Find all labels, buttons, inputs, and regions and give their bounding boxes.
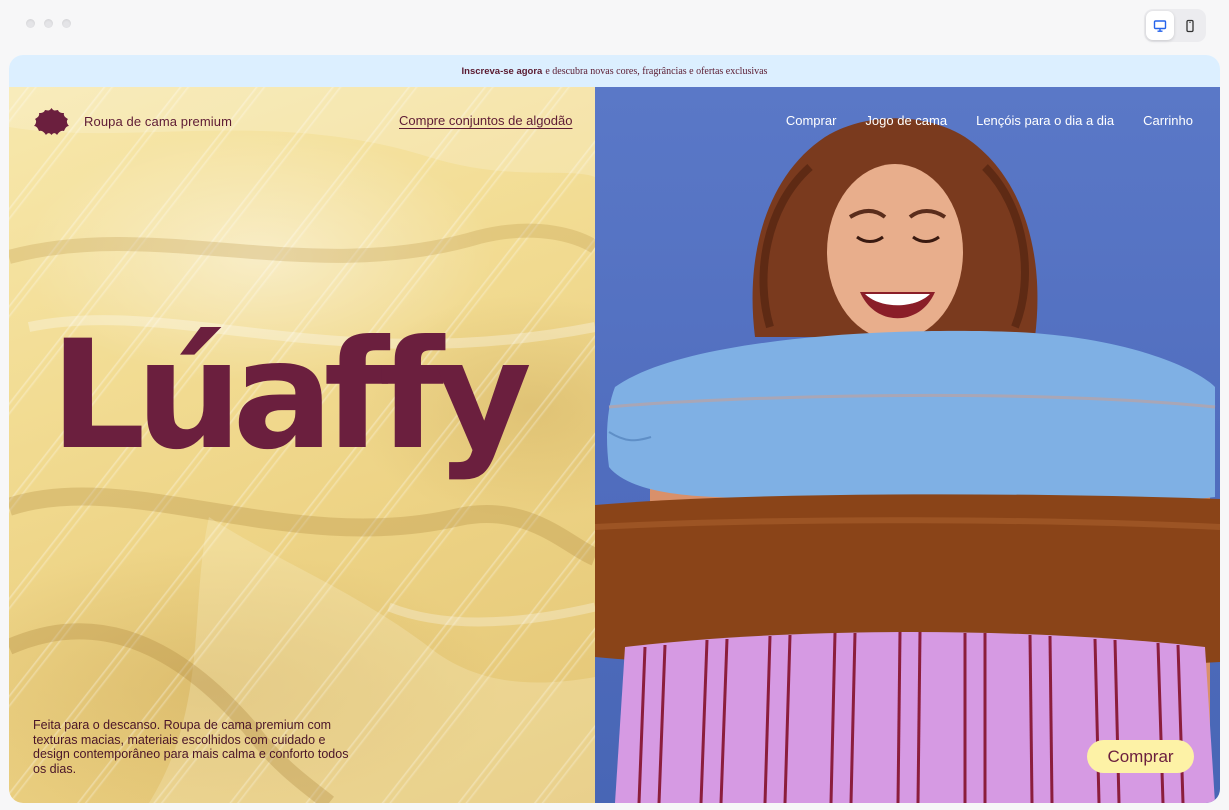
announcement-strong[interactable]: Inscreva-se agora: [462, 66, 543, 77]
logo[interactable]: Roupa de cama premium: [33, 107, 232, 136]
window-dot-close[interactable]: [26, 19, 35, 28]
logo-mark-icon: [34, 108, 69, 135]
site-preview: Inscreva-se agora e descubra novas cores…: [9, 55, 1220, 803]
logo-text: Roupa de cama premium: [84, 114, 233, 129]
window-controls: [26, 19, 71, 28]
nav-cart[interactable]: Carrinho: [1143, 113, 1193, 128]
desktop-view-button[interactable]: [1146, 11, 1174, 40]
shop-cta-button[interactable]: Comprar: [1087, 740, 1194, 773]
brand-wordmark: Lúaffy: [50, 309, 532, 483]
announcement-bar[interactable]: Inscreva-se agora e descubra novas cores…: [9, 55, 1220, 87]
nav-bedding-set[interactable]: Jogo de cama: [865, 113, 947, 128]
hero-tagline: Feita para o descanso. Roupa de cama pre…: [33, 718, 349, 776]
hero-right-panel: Comprar Jogo de cama Lençóis para o dia …: [595, 87, 1220, 803]
device-toggle: [1144, 9, 1206, 42]
mobile-view-button[interactable]: [1176, 11, 1204, 40]
window-dot-minimize[interactable]: [44, 19, 53, 28]
woman-with-pillows-photo: [595, 118, 1220, 803]
announcement-text: e descubra novas cores, fragrâncias e of…: [545, 65, 768, 77]
main-nav: Comprar Jogo de cama Lençóis para o dia …: [786, 113, 1193, 128]
nav-everyday-sheets[interactable]: Lençóis para o dia a dia: [976, 113, 1114, 128]
desktop-icon: [1153, 19, 1167, 32]
shop-cotton-sets-link[interactable]: Compre conjuntos de algodão: [399, 113, 572, 128]
hero-left-panel: Roupa de cama premium Compre conjuntos d…: [9, 87, 595, 803]
nav-shop[interactable]: Comprar: [786, 113, 837, 128]
browser-chrome: [0, 0, 1229, 52]
mobile-icon: [1186, 19, 1194, 32]
window-dot-maximize[interactable]: [62, 19, 71, 28]
